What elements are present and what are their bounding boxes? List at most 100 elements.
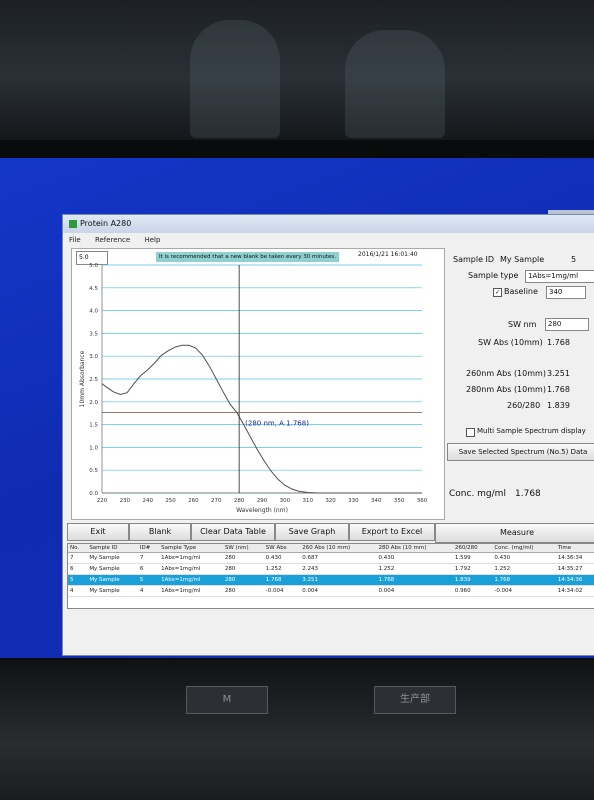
table-cell: -0.004	[263, 585, 301, 597]
table-cell: 0.004	[376, 585, 453, 597]
x-tick-label: 240	[142, 498, 153, 504]
y-tick-label: 2.0	[89, 400, 98, 406]
app-window: Protein A280 File Reference Help 5.0 It …	[62, 214, 594, 656]
table-cell: 1.839	[452, 574, 493, 586]
spectrum-graph-panel: 5.0 It is recommended that a new blank b…	[71, 248, 445, 520]
x-tick-label: 360	[417, 498, 428, 504]
sample-id-value: My Sample	[500, 255, 545, 264]
concentration-value: 1.768	[515, 489, 541, 499]
column-header[interactable]: ID#	[137, 544, 160, 553]
sample-id-label: Sample ID	[453, 255, 495, 264]
abs260-label: 260nm Abs (10mm)	[466, 369, 546, 378]
sw-nm-input[interactable]: 280	[545, 318, 589, 331]
sw-abs-value: 1.768	[547, 338, 570, 347]
table-row[interactable]: 7 My Sample 7 1Abs=1mg/ml 280 0.430 0.687 0.430…	[68, 552, 594, 564]
sw-nm-label: SW nm	[508, 320, 537, 329]
background-lab-bench	[0, 0, 594, 140]
window-title: Protein A280	[80, 219, 132, 228]
column-header[interactable]: 260 Abs (10 mm)	[300, 544, 377, 553]
baseline-checkbox[interactable]: ✓	[493, 288, 502, 297]
measure-button[interactable]: Measure	[435, 523, 594, 543]
save-selected-spectrum-button[interactable]: Save Selected Spectrum (No.5) Data	[447, 443, 594, 461]
bottle-shape	[345, 30, 445, 138]
exit-button[interactable]: Exit	[67, 523, 129, 541]
column-header[interactable]: Sample ID	[87, 544, 138, 553]
table-cell: 14:36:34	[555, 552, 594, 564]
concentration-label: Conc. mg/ml	[449, 489, 506, 499]
column-header[interactable]: 260/280	[452, 544, 493, 553]
data-table-container: No. Sample ID ID# Sample Type SW (nm) SW Abs 2…	[67, 543, 594, 609]
equipment-label-left: M	[186, 686, 268, 714]
spectrum-chart: 0.0 0.5 1.0 1.5 2.0 2.5 3.0 3.5 4.0 4.5 5.0 220 230 2…	[79, 263, 428, 514]
menu-file[interactable]: File	[69, 236, 81, 244]
table-cell: 7	[68, 552, 88, 564]
x-tick-label: 300	[280, 498, 291, 504]
x-tick-label: 250	[165, 498, 176, 504]
table-cell: 1Abs=1mg/ml	[159, 563, 223, 575]
x-tick-label: 290	[257, 498, 268, 504]
table-cell: 0.004	[300, 585, 377, 597]
save-graph-button[interactable]: Save Graph	[275, 523, 349, 541]
table-row[interactable]: 4 My Sample 4 1Abs=1mg/ml 280 -0.004 0.004 0.00…	[68, 585, 594, 597]
sample-number: 5	[571, 255, 577, 264]
table-cell: -0.004	[492, 585, 556, 597]
menu-reference[interactable]: Reference	[95, 236, 130, 244]
monitor-base: M 生产部	[0, 660, 594, 800]
column-header[interactable]: Sample Type	[159, 544, 223, 553]
x-tick-label: 350	[394, 498, 405, 504]
table-cell: 14:34:36	[555, 574, 594, 586]
multi-sample-label: Multi Sample Spectrum display	[477, 427, 586, 435]
equipment-label-right: 生产部	[374, 686, 456, 714]
table-row[interactable]: 6 My Sample 6 1Abs=1mg/ml 280 1.252 2.243 1.252…	[68, 563, 594, 575]
y-tick-label: 1.0	[89, 445, 98, 451]
table-cell: 0.687	[300, 552, 377, 564]
x-tick-label: 220	[97, 498, 108, 504]
column-header[interactable]: No.	[68, 544, 88, 553]
baseline-input[interactable]: 340	[546, 286, 586, 299]
y-tick-label: 4.0	[89, 309, 98, 315]
table-cell: My Sample	[87, 585, 138, 597]
column-header[interactable]: SW Abs	[263, 544, 301, 553]
table-cell: My Sample	[87, 563, 138, 575]
multi-sample-checkbox[interactable]	[466, 428, 475, 437]
blank-button[interactable]: Blank	[129, 523, 191, 541]
table-cell: 1.252	[492, 563, 556, 575]
table-cell: My Sample	[87, 552, 138, 564]
menu-bar: File Reference Help	[63, 233, 594, 247]
column-header[interactable]: SW (nm)	[222, 544, 264, 553]
table-cell: 6	[137, 563, 160, 575]
sample-type-select[interactable]: 1Abs=1mg/ml	[525, 270, 594, 283]
y-axis-label: 10mm Absorbance	[79, 350, 86, 407]
x-tick-label: 230	[120, 498, 131, 504]
export-excel-button[interactable]: Export to Excel	[349, 523, 435, 541]
table-row[interactable]: 5 My Sample 5 1Abs=1mg/ml 280 1.768 3.251 1.768…	[68, 574, 594, 586]
column-header[interactable]: 280 Abs (10 mm)	[376, 544, 453, 553]
table-cell: 0.430	[376, 552, 453, 564]
results-table: No. Sample ID ID# Sample Type SW (nm) SW Abs 2…	[68, 544, 594, 597]
table-body: 7 My Sample 7 1Abs=1mg/ml 280 0.430 0.687 0.430…	[68, 552, 594, 597]
table-cell: 5	[137, 574, 160, 586]
bottle-shape	[190, 20, 280, 138]
table-cell: 1.792	[452, 563, 493, 575]
title-bar: Protein A280	[63, 215, 594, 233]
menu-help[interactable]: Help	[144, 236, 160, 244]
app-icon	[69, 219, 77, 228]
sample-type-label: Sample type	[468, 271, 519, 280]
y-tick-label: 1.5	[89, 423, 98, 429]
ratio-value: 1.839	[547, 401, 570, 410]
table-cell: 1.768	[263, 574, 301, 586]
table-cell: 0.960	[452, 585, 493, 597]
column-header[interactable]: Conc. (mg/ml)	[492, 544, 556, 553]
abs280-value: 1.768	[547, 385, 570, 394]
table-cell: 1.599	[452, 552, 493, 564]
table-cell: 4	[68, 585, 88, 597]
x-tick-label: 280	[234, 498, 245, 504]
y-tick-label: 3.5	[89, 331, 98, 337]
y-tick-label: 0.5	[89, 468, 98, 474]
x-tick-label: 270	[211, 498, 222, 504]
x-tick-label: 340	[371, 498, 382, 504]
column-header[interactable]: Time	[555, 544, 594, 553]
table-cell: 0.430	[263, 552, 301, 564]
clear-data-table-button[interactable]: Clear Data Table	[191, 523, 275, 541]
x-tick-label: 310	[302, 498, 313, 504]
